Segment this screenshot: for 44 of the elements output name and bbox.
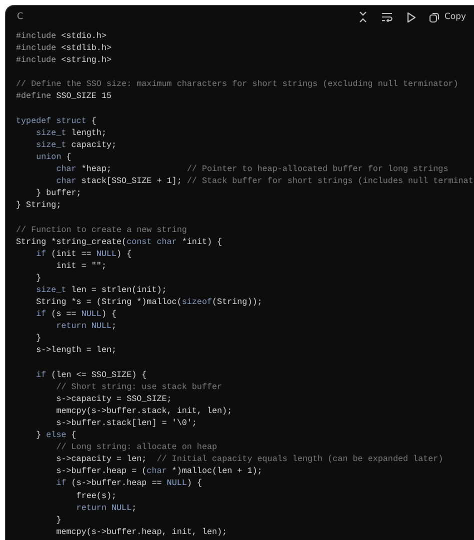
code-line: char *heap; // Pointer to heap-allocated buffer for long strings [55, 163, 448, 176]
code-line: s->capacity = len; // Initial capacity equals length (can be expanded later) [55, 453, 444, 466]
play-icon [406, 12, 416, 22]
code-line: } [35, 272, 42, 284]
code-line: return NULL; [55, 320, 117, 332]
code-line: memcpy(s->buffer.heap, init, len); [55, 526, 228, 538]
code-line: init = ""; [55, 260, 106, 272]
code-line: if (len <= SSO_SIZE) { [35, 368, 147, 381]
code-line: size_t length; [35, 126, 106, 139]
code-line: // Function to create a new string [16, 224, 187, 236]
collapse-icon [358, 11, 368, 23]
code-line: String *s = (String *)malloc(sizeof(String)); [35, 296, 262, 308]
code-line: size_t len = strlen(init); [35, 284, 167, 296]
code-line: free(s); [75, 490, 117, 502]
code-line: // Short string: use stack buffer [55, 380, 222, 393]
code-line: } buffer; [35, 187, 82, 200]
code-line: String *string_create(const char *init) { [16, 236, 222, 248]
code-line: if (s->buffer.heap == NULL) { [55, 477, 202, 490]
code-line: s->capacity = SSO_SIZE; [55, 392, 172, 405]
wrap-icon [381, 12, 394, 22]
code-line: // Define the SSO size: maximum characters for short strings (excluding null terminator) [16, 78, 458, 90]
code-line: memcpy(s->buffer.stack, init, len); [55, 404, 232, 417]
code-line: s->length = len; [35, 344, 117, 357]
code-line: if (s == NULL) { [35, 308, 117, 320]
copy-button[interactable]: Copy [426, 10, 466, 24]
code-line: } else { [35, 429, 76, 442]
copy-icon [429, 12, 440, 22]
code-line: char stack[SSO_SIZE + 1]; // Stack buffer for short strings (includes null terminat [55, 175, 474, 188]
code-line: return NULL; [75, 502, 137, 514]
code-line: #define SSO_SIZE 15 [16, 90, 112, 103]
code-line: s->buffer.heap = (char *)malloc(len + 1); [55, 465, 262, 478]
language-label: C [17, 12, 24, 22]
code-line: union { [35, 150, 72, 164]
code-line: #include <stdio.h> [16, 30, 106, 42]
code-line: #include <stdlib.h> [16, 42, 112, 54]
code-line: typedef struct { [16, 114, 96, 127]
code-line: if (init == NULL) { [35, 248, 132, 260]
code-line: } [35, 332, 42, 344]
code-line: } String; [16, 199, 62, 212]
code-line: // Long string: allocate on heap [55, 441, 218, 454]
code-line: } [55, 514, 62, 526]
code-line: size_t capacity; [35, 138, 117, 151]
code-line: #include <string.h> [16, 54, 112, 66]
code-line: s->buffer.stack[len] = '\0'; [55, 417, 197, 430]
